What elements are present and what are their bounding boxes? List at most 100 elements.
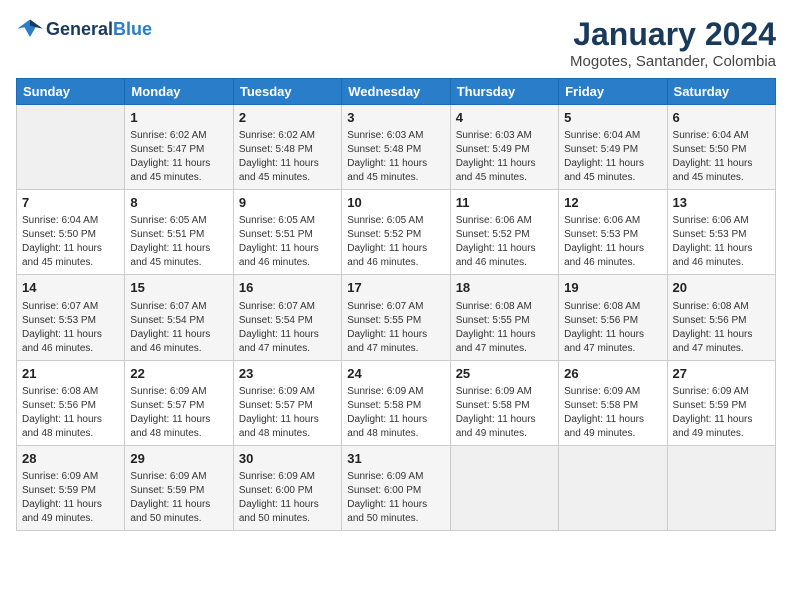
day-number: 24 [347, 365, 444, 383]
main-title: January 2024 [570, 16, 776, 53]
day-cell: 5 Sunrise: 6:04 AM Sunset: 5:49 PM Daylig… [559, 105, 667, 190]
day-info: Sunrise: 6:09 AM Sunset: 5:58 PM Dayligh… [564, 385, 661, 441]
day-number: 3 [347, 109, 444, 127]
day-info: Sunrise: 6:05 AM Sunset: 5:51 PM Dayligh… [130, 214, 227, 270]
day-info: Sunrise: 6:04 AM Sunset: 5:50 PM Dayligh… [673, 129, 770, 185]
day-info: Sunrise: 6:02 AM Sunset: 5:47 PM Dayligh… [130, 129, 227, 185]
day-number: 2 [239, 109, 336, 127]
day-info: Sunrise: 6:06 AM Sunset: 5:52 PM Dayligh… [456, 214, 553, 270]
day-info: Sunrise: 6:05 AM Sunset: 5:52 PM Dayligh… [347, 214, 444, 270]
day-number: 28 [22, 450, 119, 468]
col-header-wednesday: Wednesday [342, 79, 450, 105]
day-number: 22 [130, 365, 227, 383]
day-info: Sunrise: 6:08 AM Sunset: 5:56 PM Dayligh… [673, 300, 770, 356]
day-number: 13 [673, 194, 770, 212]
day-number: 14 [22, 279, 119, 297]
logo: GeneralBlue [16, 16, 152, 44]
day-cell: 30 Sunrise: 6:09 AM Sunset: 6:00 PM Dayli… [233, 445, 341, 530]
day-info: Sunrise: 6:09 AM Sunset: 5:57 PM Dayligh… [239, 385, 336, 441]
day-number: 21 [22, 365, 119, 383]
day-cell: 4Sunrise: 6:03 AM Sunset: 5:49 PM Daylig… [450, 105, 558, 190]
day-cell: 12 Sunrise: 6:06 AM Sunset: 5:53 PM Dayli… [559, 190, 667, 275]
day-info: Sunrise: 6:09 AM Sunset: 5:59 PM Dayligh… [22, 470, 119, 526]
day-number: 5 [564, 109, 661, 127]
day-number: 8 [130, 194, 227, 212]
col-header-tuesday: Tuesday [233, 79, 341, 105]
day-cell: 25Sunrise: 6:09 AM Sunset: 5:58 PM Dayli… [450, 360, 558, 445]
col-header-monday: Monday [125, 79, 233, 105]
day-cell: 14 Sunrise: 6:07 AM Sunset: 5:53 PM Dayli… [17, 275, 125, 360]
day-info: Sunrise: 6:09 AM Sunset: 5:59 PM Dayligh… [130, 470, 227, 526]
day-info: Sunrise: 6:03 AM Sunset: 5:48 PM Dayligh… [347, 129, 444, 185]
header: GeneralBlue January 2024 Mogotes, Santan… [16, 16, 776, 70]
day-cell: 28 Sunrise: 6:09 AM Sunset: 5:59 PM Dayli… [17, 445, 125, 530]
day-cell: 16Sunrise: 6:07 AM Sunset: 5:54 PM Dayli… [233, 275, 341, 360]
day-number: 7 [22, 194, 119, 212]
day-number: 30 [239, 450, 336, 468]
day-cell: 7Sunrise: 6:04 AM Sunset: 5:50 PM Daylig… [17, 190, 125, 275]
day-cell: 3 Sunrise: 6:03 AM Sunset: 5:48 PM Daylig… [342, 105, 450, 190]
day-info: Sunrise: 6:02 AM Sunset: 5:48 PM Dayligh… [239, 129, 336, 185]
day-cell: 24 Sunrise: 6:09 AM Sunset: 5:58 PM Dayli… [342, 360, 450, 445]
col-header-sunday: Sunday [17, 79, 125, 105]
day-cell [667, 445, 775, 530]
week-row-3: 14 Sunrise: 6:07 AM Sunset: 5:53 PM Dayli… [17, 275, 776, 360]
day-number: 18 [456, 279, 553, 297]
day-cell: 10Sunrise: 6:05 AM Sunset: 5:52 PM Dayli… [342, 190, 450, 275]
calendar-table: SundayMondayTuesdayWednesdayThursdayFrid… [16, 78, 776, 531]
col-header-thursday: Thursday [450, 79, 558, 105]
day-cell [17, 105, 125, 190]
day-cell [450, 445, 558, 530]
week-row-5: 28 Sunrise: 6:09 AM Sunset: 5:59 PM Dayli… [17, 445, 776, 530]
day-number: 15 [130, 279, 227, 297]
day-number: 4 [456, 109, 553, 127]
week-row-4: 21Sunrise: 6:08 AM Sunset: 5:56 PM Dayli… [17, 360, 776, 445]
day-cell: 18 Sunrise: 6:08 AM Sunset: 5:55 PM Dayli… [450, 275, 558, 360]
subtitle: Mogotes, Santander, Colombia [570, 53, 776, 70]
day-number: 29 [130, 450, 227, 468]
day-cell: 9 Sunrise: 6:05 AM Sunset: 5:51 PM Daylig… [233, 190, 341, 275]
day-info: Sunrise: 6:07 AM Sunset: 5:55 PM Dayligh… [347, 300, 444, 356]
day-number: 11 [456, 194, 553, 212]
day-info: Sunrise: 6:06 AM Sunset: 5:53 PM Dayligh… [564, 214, 661, 270]
day-info: Sunrise: 6:09 AM Sunset: 6:00 PM Dayligh… [239, 470, 336, 526]
day-cell: 29 Sunrise: 6:09 AM Sunset: 5:59 PM Dayli… [125, 445, 233, 530]
day-number: 23 [239, 365, 336, 383]
day-info: Sunrise: 6:07 AM Sunset: 5:54 PM Dayligh… [130, 300, 227, 356]
day-cell: 17Sunrise: 6:07 AM Sunset: 5:55 PM Dayli… [342, 275, 450, 360]
day-cell: 6 Sunrise: 6:04 AM Sunset: 5:50 PM Daylig… [667, 105, 775, 190]
day-cell: 13Sunrise: 6:06 AM Sunset: 5:53 PM Dayli… [667, 190, 775, 275]
day-number: 6 [673, 109, 770, 127]
day-cell: 20Sunrise: 6:08 AM Sunset: 5:56 PM Dayli… [667, 275, 775, 360]
day-info: Sunrise: 6:07 AM Sunset: 5:53 PM Dayligh… [22, 300, 119, 356]
day-cell: 8 Sunrise: 6:05 AM Sunset: 5:51 PM Daylig… [125, 190, 233, 275]
day-number: 27 [673, 365, 770, 383]
day-info: Sunrise: 6:05 AM Sunset: 5:51 PM Dayligh… [239, 214, 336, 270]
day-info: Sunrise: 6:09 AM Sunset: 5:58 PM Dayligh… [347, 385, 444, 441]
logo-text: GeneralBlue [46, 20, 152, 40]
day-number: 9 [239, 194, 336, 212]
day-cell: 23 Sunrise: 6:09 AM Sunset: 5:57 PM Dayli… [233, 360, 341, 445]
day-number: 26 [564, 365, 661, 383]
day-cell: 31Sunrise: 6:09 AM Sunset: 6:00 PM Dayli… [342, 445, 450, 530]
day-number: 31 [347, 450, 444, 468]
day-number: 12 [564, 194, 661, 212]
day-cell: 21Sunrise: 6:08 AM Sunset: 5:56 PM Dayli… [17, 360, 125, 445]
page: GeneralBlue January 2024 Mogotes, Santan… [0, 0, 792, 612]
day-cell: 11 Sunrise: 6:06 AM Sunset: 5:52 PM Dayli… [450, 190, 558, 275]
logo-bird-icon [16, 16, 44, 44]
day-cell: 19Sunrise: 6:08 AM Sunset: 5:56 PM Dayli… [559, 275, 667, 360]
day-cell: 27 Sunrise: 6:09 AM Sunset: 5:59 PM Dayli… [667, 360, 775, 445]
day-info: Sunrise: 6:08 AM Sunset: 5:55 PM Dayligh… [456, 300, 553, 356]
day-cell: 15 Sunrise: 6:07 AM Sunset: 5:54 PM Dayli… [125, 275, 233, 360]
day-number: 25 [456, 365, 553, 383]
col-header-saturday: Saturday [667, 79, 775, 105]
day-cell: 22Sunrise: 6:09 AM Sunset: 5:57 PM Dayli… [125, 360, 233, 445]
day-cell: 2 Sunrise: 6:02 AM Sunset: 5:48 PM Daylig… [233, 105, 341, 190]
title-block: January 2024 Mogotes, Santander, Colombi… [570, 16, 776, 70]
day-info: Sunrise: 6:09 AM Sunset: 5:59 PM Dayligh… [673, 385, 770, 441]
day-cell [559, 445, 667, 530]
day-cell: 1 Sunrise: 6:02 AM Sunset: 5:47 PM Daylig… [125, 105, 233, 190]
day-number: 1 [130, 109, 227, 127]
day-info: Sunrise: 6:04 AM Sunset: 5:49 PM Dayligh… [564, 129, 661, 185]
